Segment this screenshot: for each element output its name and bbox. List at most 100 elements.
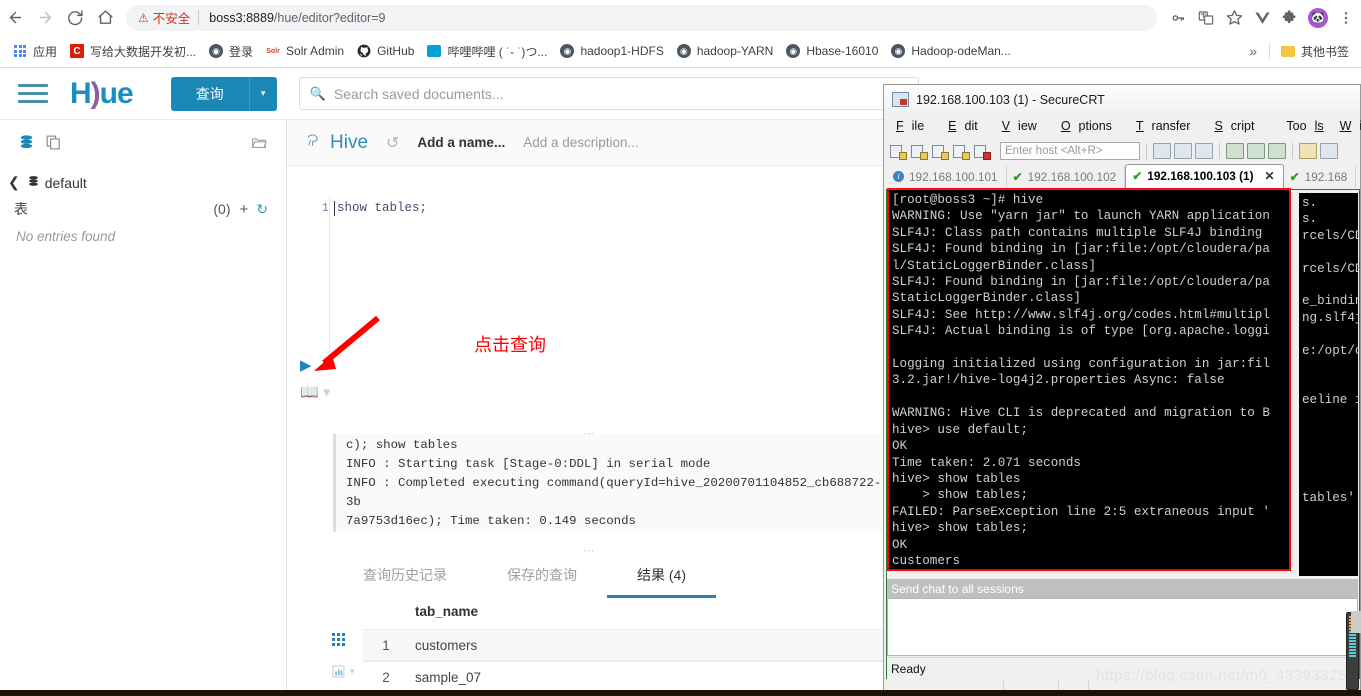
copy-icon[interactable] (1153, 143, 1171, 159)
info-icon: i (893, 171, 904, 182)
query-map-button[interactable]: 📖 ▾ (300, 383, 330, 401)
close-tab-icon[interactable]: ✕ (1265, 169, 1275, 183)
bookmark-bilibili[interactable]: 哔哩哔哩 ( ˙- ˙)つ... (420, 39, 553, 63)
menu-script[interactable]: Script (1206, 117, 1270, 135)
sidebar-database-name: default (44, 174, 87, 191)
menu-edit[interactable]: Edit (940, 117, 994, 135)
add-table-icon[interactable]: + (240, 201, 249, 218)
reload-button[interactable] (60, 3, 90, 33)
logo-part-1: H (70, 76, 92, 110)
sidebar-breadcrumb[interactable]: ❮ default (0, 170, 286, 195)
menu-tools[interactable]: Too ls (1270, 117, 1331, 135)
settings-icon[interactable] (1320, 143, 1338, 159)
query-button[interactable]: 查询 (170, 76, 249, 111)
bookmark-hadoop-nodemanager[interactable]: ◉ Hadoop-odeMan... (884, 39, 1016, 63)
session-options-icon[interactable] (1299, 143, 1317, 159)
back-button[interactable] (0, 3, 30, 33)
other-bookmarks-button[interactable]: 其他书签 (1274, 39, 1355, 63)
refresh-icon[interactable]: ↻ (256, 201, 268, 218)
bookmark-login[interactable]: ◉ 登录 (202, 39, 259, 63)
chat-input[interactable] (887, 598, 1358, 656)
editor-engine[interactable]: Hive (305, 131, 368, 154)
menu-transfer[interactable]: Transfer (1128, 117, 1207, 135)
history-revert-icon[interactable]: ↺ (386, 133, 399, 153)
search-saved-documents-input[interactable]: 🔍 Search saved documents... (298, 77, 919, 110)
terminal-output-highlighted[interactable]: [root@boss3 ~]# hive WARNING: Use "yarn … (887, 188, 1291, 571)
find-icon[interactable] (1195, 143, 1213, 159)
chart-dropdown-caret-icon[interactable]: ▼ (348, 667, 356, 676)
securecrt-menubar: File Edit View Options Transfer Script T… (884, 114, 1361, 138)
profile-avatar-icon[interactable]: 🐼 (1305, 5, 1331, 31)
row-value: sample_07 (415, 669, 482, 685)
menu-window[interactable]: Window (1332, 117, 1361, 135)
hue-logo[interactable]: H) ue (70, 76, 134, 111)
bookmark-solr-admin[interactable]: Solr Solr Admin (259, 39, 350, 63)
session-tab-101[interactable]: i 192.168.100.101 (887, 166, 1007, 188)
apps-grid-icon (12, 43, 28, 59)
documents-icon[interactable] (45, 134, 62, 156)
forward-button[interactable] (30, 3, 60, 33)
editor-code[interactable]: show tables; (337, 201, 427, 215)
tab-results[interactable]: 结果 (4) (607, 557, 716, 598)
menu-hamburger-icon[interactable] (18, 79, 48, 108)
key-icon[interactable] (1165, 5, 1191, 31)
results-panel-drag-handle[interactable]: ⋯ (290, 544, 890, 557)
connect-session-icon[interactable] (910, 142, 928, 160)
menu-view[interactable]: View (994, 117, 1053, 135)
paste-icon[interactable] (1174, 143, 1192, 159)
bookmarks-overflow-button[interactable]: » (1241, 43, 1265, 59)
vue-devtools-icon[interactable] (1249, 5, 1275, 31)
tab-query-history[interactable]: 查询历史记录 (333, 557, 477, 598)
bookmark-label: 哔哩哔哩 ( ˙- ˙)つ... (447, 44, 548, 59)
enter-host-input[interactable]: Enter host <Alt+R> (1000, 142, 1140, 160)
address-bar[interactable]: ⚠ 不安全 boss3:8889/hue/editor?editor=9 (126, 4, 1157, 31)
log-line: c); show tables (346, 438, 458, 452)
print-selection-icon[interactable] (1268, 143, 1286, 159)
bookmark-apps[interactable]: 应用 (6, 39, 63, 63)
sidebar-tables-label: 表 (14, 201, 28, 217)
github-icon (356, 43, 372, 59)
logo-part-3: ue (99, 76, 134, 110)
toolbar-divider (1292, 143, 1293, 159)
bookmark-csdn[interactable]: C 写给大数据开发初... (63, 39, 202, 63)
bookmark-hadoop-yarn[interactable]: ◉ hadoop-YARN (670, 39, 780, 63)
session-tab-102[interactable]: ✔ 192.168.100.102 (1007, 166, 1126, 188)
search-placeholder: Search saved documents... (333, 85, 504, 102)
disconnect-icon[interactable] (973, 142, 991, 160)
home-button[interactable] (90, 3, 120, 33)
add-name-field[interactable]: Add a name... (417, 135, 505, 150)
translate-icon[interactable] (1193, 5, 1219, 31)
session-tab-104[interactable]: ✔ 192.168 (1284, 166, 1357, 188)
query-dropdown-caret-icon[interactable]: ▾ (248, 76, 277, 111)
toolbar-divider (1219, 143, 1220, 159)
grid-view-icon[interactable] (332, 623, 356, 655)
bookmark-hbase-16010[interactable]: ◉ Hbase-16010 (779, 39, 884, 63)
menu-options[interactable]: Options (1053, 117, 1128, 135)
log-session-icon[interactable] (1247, 143, 1265, 159)
session-tab-103[interactable]: ✔ 192.168.100.103 (1) ✕ (1125, 164, 1284, 188)
extensions-puzzle-icon[interactable] (1277, 5, 1303, 31)
database-icon[interactable] (18, 134, 35, 156)
bookmark-label: 登录 (229, 44, 254, 59)
bookmark-hadoop1-hdfs[interactable]: ◉ hadoop1-HDFS (553, 39, 669, 63)
log-line: INFO : Completed executing command(query… (346, 476, 882, 509)
clone-session-icon[interactable] (931, 142, 949, 160)
new-session-icon[interactable] (889, 142, 907, 160)
bookmark-label: hadoop1-HDFS (580, 44, 664, 58)
connect-sftp-icon[interactable] (952, 142, 970, 160)
bookmark-github[interactable]: GitHub (350, 39, 420, 63)
bottom-edge (0, 690, 1361, 696)
chart-view-icon[interactable]: ▼ (332, 655, 356, 687)
bookmark-star-icon[interactable] (1221, 5, 1247, 31)
menu-file[interactable]: File (888, 117, 940, 135)
chrome-menu-icon[interactable] (1333, 5, 1359, 31)
annotation-text: 点击查询 (474, 335, 546, 355)
add-description-field[interactable]: Add a description... (523, 135, 639, 150)
results-tools: ▼ (332, 623, 356, 696)
tab-saved-queries[interactable]: 保存的查询 (477, 557, 607, 598)
open-folder-icon[interactable] (250, 134, 268, 156)
page-scrollbar-thumb[interactable] (1351, 611, 1361, 633)
bookmarks-bar: 应用 C 写给大数据开发初... ◉ 登录 Solr Solr Admin Gi… (0, 35, 1361, 68)
chevron-left-icon[interactable]: ❮ (8, 174, 20, 191)
print-icon[interactable] (1226, 143, 1244, 159)
